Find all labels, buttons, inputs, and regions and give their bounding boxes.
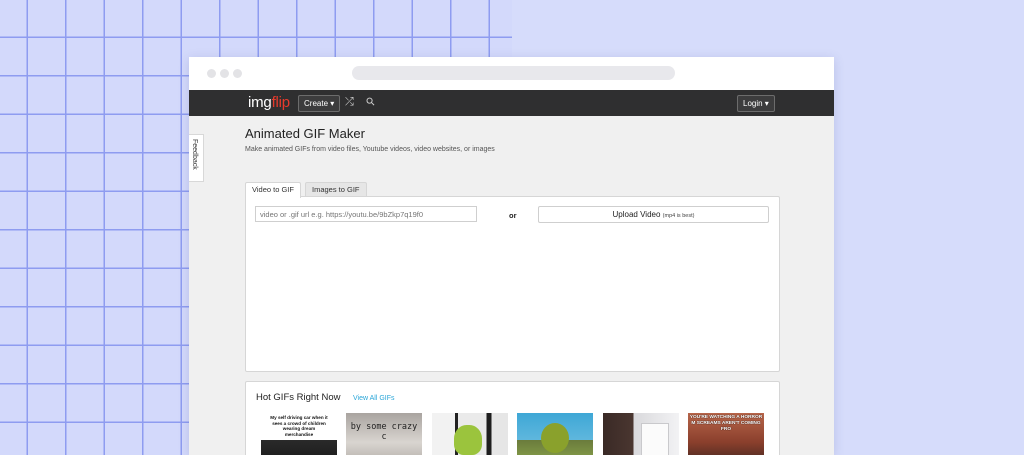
video-to-gif-panel: or Upload Video (mp4 is best): [245, 196, 780, 372]
gif-caption: YOU'RE WATCHING A HORROR M SCREAMS AREN'…: [689, 415, 763, 432]
hot-gifs-title: Hot GIFs Right Now: [256, 392, 341, 403]
console-box-shape: [641, 423, 669, 455]
create-menu-button[interactable]: Create ▾: [298, 95, 341, 112]
page-content: Feedback Animated GIF Maker Make animate…: [189, 116, 834, 455]
shrek-shape: [541, 423, 569, 453]
browser-chrome: [189, 57, 834, 90]
imgflip-logo[interactable]: imgflip: [248, 94, 290, 111]
gif-thumbnail[interactable]: YOU'RE WATCHING A HORROR M SCREAMS AREN'…: [688, 413, 764, 455]
tab-images-to-gif[interactable]: Images to GIF: [305, 182, 367, 197]
view-all-gifs-link[interactable]: View All GIFs: [353, 395, 395, 402]
hot-gifs-section: Hot GIFs Right Now View All GIFs My self…: [245, 381, 780, 455]
window-close-dot[interactable]: [207, 69, 216, 78]
upload-video-label: Upload Video: [612, 210, 661, 219]
gif-thumbnail[interactable]: My self driving car when it sees a crowd…: [261, 413, 337, 455]
gif-caption: My self driving car when it sees a crowd…: [270, 415, 328, 437]
upload-note: (mp4 is best): [662, 213, 695, 219]
window-maximize-dot[interactable]: [233, 69, 242, 78]
logo-text-img: img: [248, 94, 272, 111]
address-bar[interactable]: [352, 66, 675, 80]
login-button[interactable]: Login ▾: [737, 95, 775, 112]
search-icon[interactable]: ⚲: [364, 95, 378, 109]
gif-thumbnail[interactable]: [603, 413, 679, 455]
or-separator: or: [509, 211, 517, 220]
gif-caption: by some crazy c: [350, 422, 418, 442]
window-minimize-dot[interactable]: [220, 69, 229, 78]
browser-window: imgflip Create ▾ ⤮ ⚲ Login ▾ Feedback An…: [189, 57, 834, 455]
page-title: Animated GIF Maker: [245, 126, 365, 141]
video-url-input[interactable]: [255, 206, 477, 222]
gif-thumbnail[interactable]: [517, 413, 593, 455]
parakeet-shape: [454, 425, 482, 455]
shuffle-icon[interactable]: ⤮: [345, 96, 354, 108]
top-navbar: imgflip Create ▾ ⤮ ⚲ Login ▾: [189, 90, 834, 116]
gif-thumbnail[interactable]: by some crazy c: [346, 413, 422, 455]
gif-thumbnail[interactable]: [432, 413, 508, 455]
logo-text-flip: flip: [271, 94, 291, 111]
feedback-tab[interactable]: Feedback: [189, 134, 204, 182]
upload-video-button[interactable]: Upload Video (mp4 is best): [538, 206, 769, 223]
feedback-label: Feedback: [191, 139, 198, 170]
page-subtitle: Make animated GIFs from video files, You…: [245, 146, 495, 153]
tab-video-to-gif[interactable]: Video to GIF: [245, 182, 301, 198]
